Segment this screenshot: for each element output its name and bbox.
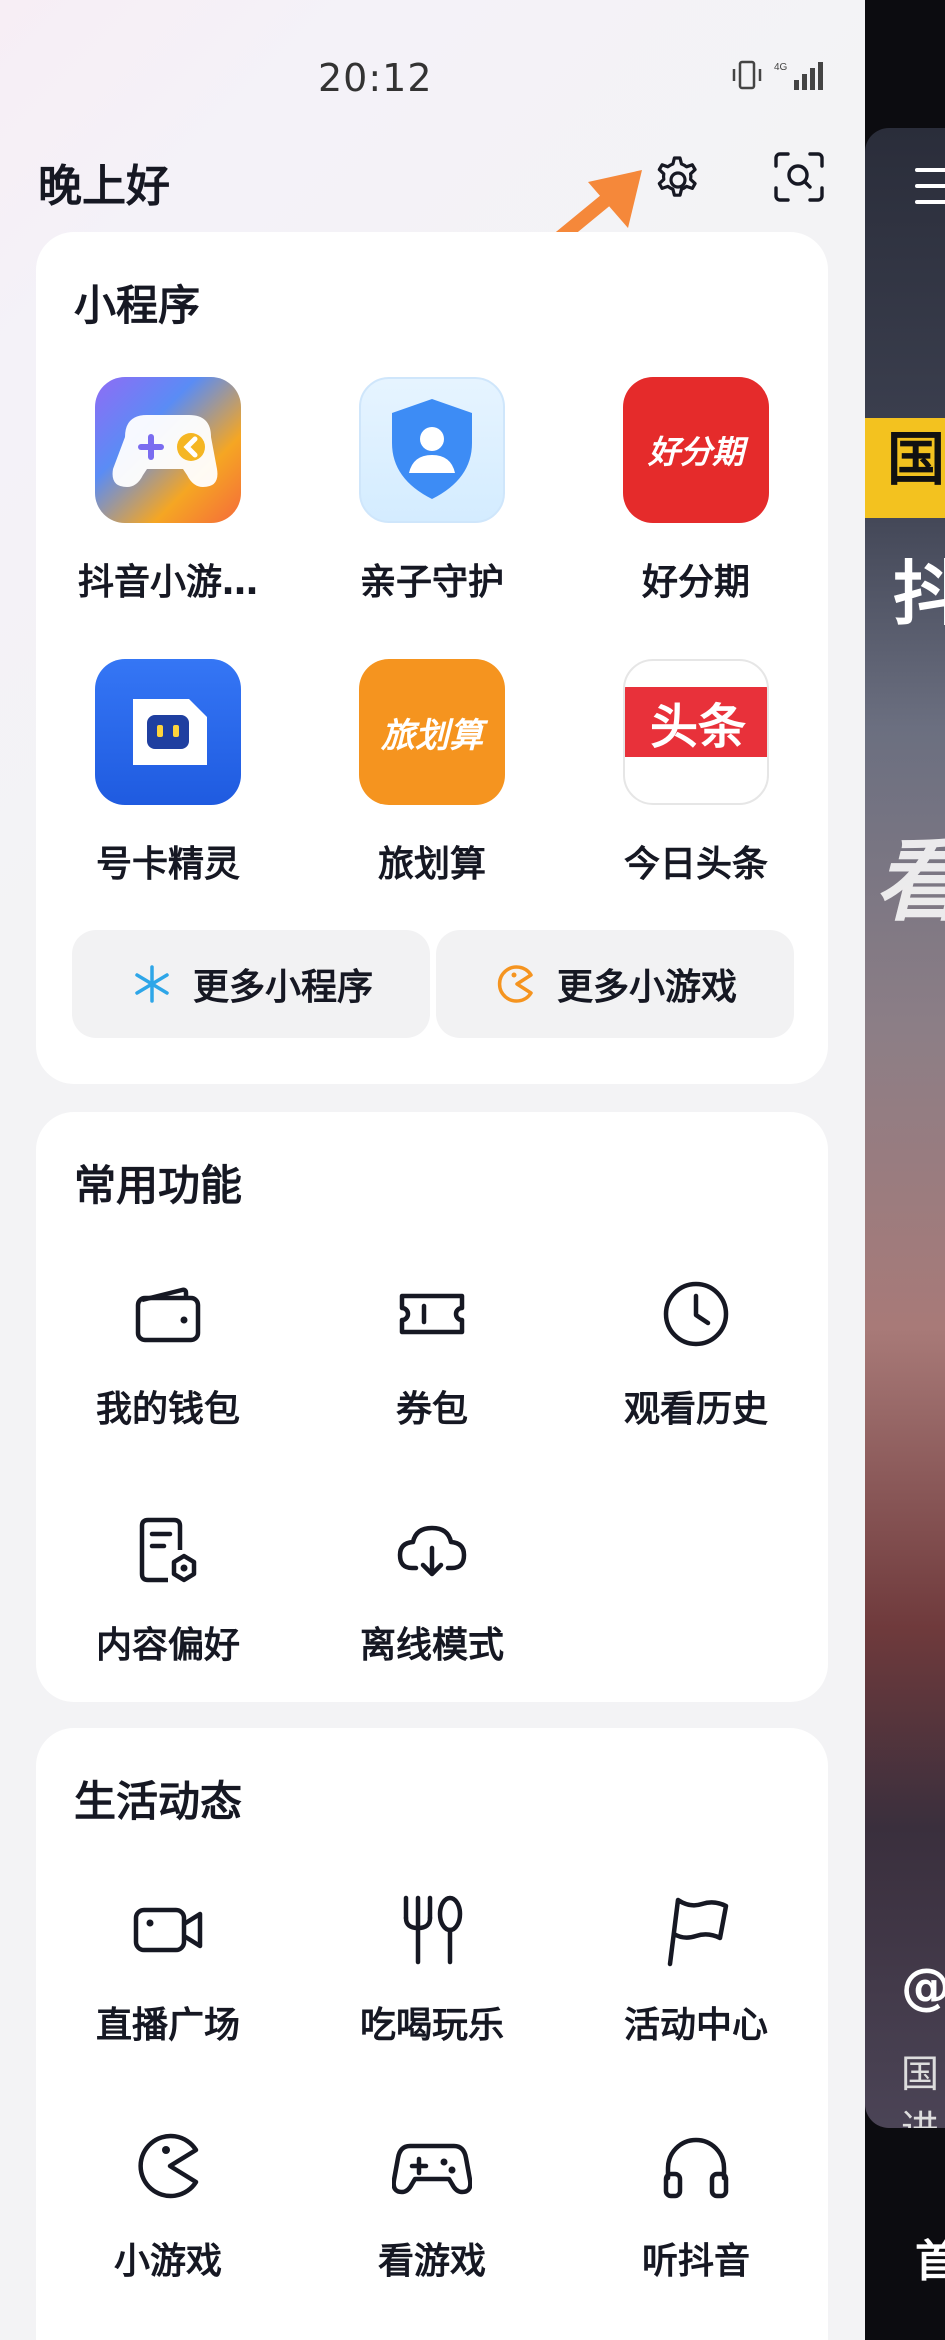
func-content-preference[interactable]: 内容偏好 — [36, 1488, 300, 1724]
func-label: 内容偏好 — [95, 1625, 240, 1666]
video-card: 国 抖 看 @ 国 进 ♪ — [865, 128, 945, 2128]
cloud-download-icon — [397, 1525, 467, 1577]
func-label: 看游戏 — [377, 2241, 486, 2282]
settings-gear-icon[interactable] — [650, 150, 706, 206]
status-icons: 4G — [730, 58, 834, 92]
toutiao-app-icon: 头条 — [623, 659, 769, 805]
headphones-icon — [663, 2137, 729, 2199]
more-buttons-row: 更多小程序 更多小游戏 — [72, 930, 794, 1038]
life-food-fun[interactable]: 吃喝玩乐 — [300, 1868, 564, 2104]
pacman-orange-icon — [497, 965, 533, 1003]
video-desc-line2: 进 — [901, 2098, 939, 2128]
fork-spoon-icon — [403, 1895, 463, 1965]
func-wallet[interactable]: 我的钱包 — [36, 1252, 300, 1488]
mini-programs-card: 小程序 抖音小游… 亲子守护 好分期 好分期 号卡精灵 旅划算 旅划算 头条 今… — [36, 232, 828, 1084]
wallet-icon — [135, 1287, 201, 1343]
life-watch-games[interactable]: 看游戏 — [300, 2104, 564, 2340]
func-coupons[interactable]: 券包 — [300, 1252, 564, 1488]
common-functions-grid: 我的钱包 券包 观看历史 内容偏好 离线模式 — [36, 1252, 828, 1724]
signal-icon: 4G — [774, 62, 823, 90]
mini-app-label: 抖音小游… — [77, 562, 258, 603]
life-activity-center[interactable]: 活动中心 — [564, 1868, 828, 2104]
life-live-square[interactable]: 直播广场 — [36, 1868, 300, 2104]
clock-icon — [663, 1281, 729, 1347]
mini-app-label: 亲子守护 — [359, 562, 504, 603]
more-mini-games-label: 更多小游戏 — [556, 967, 737, 1008]
more-mini-programs-label: 更多小程序 — [192, 967, 373, 1008]
parent-shield-app-icon — [359, 377, 505, 523]
life-activities-grid: 直播广场 吃喝玩乐 活动中心 小游戏 看游戏 听抖音 — [36, 1868, 828, 2340]
preference-doc-icon — [139, 1517, 197, 1583]
mini-app-douyin-game[interactable]: 抖音小游… — [36, 377, 300, 659]
func-label: 离线模式 — [359, 1625, 504, 1666]
func-label: 直播广场 — [95, 2005, 240, 2046]
mini-app-label: 好分期 — [641, 562, 750, 603]
life-listen-douyin[interactable]: 听抖音 — [564, 2104, 828, 2340]
bottom-nav-home-text[interactable]: 首 — [915, 2225, 945, 2289]
video-author-text: @ — [901, 1958, 945, 2016]
video-desc-line1: 国 — [901, 2052, 940, 2096]
mini-app-label: 今日头条 — [623, 844, 768, 885]
asterisk-icon — [135, 965, 169, 1003]
svg-text:4G: 4G — [774, 62, 788, 73]
toutiao-logo-text: 头条 — [649, 699, 746, 755]
mini-app-toutiao[interactable]: 头条 今日头条 — [564, 659, 828, 941]
video-banner-text: 国 — [865, 418, 945, 518]
func-history[interactable]: 观看历史 — [564, 1252, 828, 1488]
mini-app-sim-card[interactable]: 号卡精灵 — [36, 659, 300, 941]
status-bar: 20:12 4G — [0, 0, 865, 150]
lvhuasuan-logo-text: 旅划算 — [381, 715, 483, 756]
gamepad-icon — [392, 2143, 472, 2195]
lvhuasuan-app-icon: 旅划算 — [359, 659, 505, 805]
func-offline-mode[interactable]: 离线模式 — [300, 1488, 564, 1724]
haofenqi-app-icon: 好分期 — [623, 377, 769, 523]
ticket-icon — [399, 1293, 465, 1335]
menu-icon — [915, 168, 945, 216]
func-label: 券包 — [395, 1389, 468, 1430]
mini-programs-title: 小程序 — [74, 281, 201, 330]
vibrate-icon — [732, 60, 762, 90]
func-label: 观看历史 — [623, 1389, 768, 1430]
video-headline-text: 抖 — [893, 553, 945, 635]
mini-app-haofenqi[interactable]: 好分期 好分期 — [564, 377, 828, 659]
haofenqi-logo-text: 好分期 — [647, 433, 744, 471]
mini-programs-grid: 抖音小游… 亲子守护 好分期 好分期 号卡精灵 旅划算 旅划算 头条 今日头条 — [36, 377, 828, 941]
mini-app-label: 号卡精灵 — [95, 844, 240, 885]
mini-app-lvhuasuan[interactable]: 旅划算 旅划算 — [300, 659, 564, 941]
camera-icon — [133, 1907, 203, 1953]
video-overlay-text: 看 — [875, 808, 945, 938]
mini-app-parent-guard[interactable]: 亲子守护 — [300, 377, 564, 659]
mini-app-label: 旅划算 — [377, 844, 486, 885]
more-mini-games-button[interactable]: 更多小游戏 — [436, 930, 794, 1038]
common-functions-card: 常用功能 我的钱包 券包 观看历史 内容偏好 离线模式 — [36, 1112, 828, 1702]
side-drawer: 20:12 4G 晚上好 小程序 抖音小游… 亲子守护 好分期 好分期 号卡精灵… — [0, 0, 865, 2340]
life-mini-games[interactable]: 小游戏 — [36, 2104, 300, 2340]
scan-icon[interactable] — [770, 148, 828, 206]
greeting-title: 晚上好 — [38, 161, 170, 212]
background-video-peek[interactable]: 国 抖 看 @ 国 进 ♪ 首 — [865, 0, 945, 2340]
func-label: 小游戏 — [113, 2241, 222, 2282]
life-activities-card: 生活动态 直播广场 吃喝玩乐 活动中心 小游戏 看游戏 听抖音 — [36, 1728, 828, 2340]
status-time: 20:12 — [318, 56, 433, 100]
func-label: 我的钱包 — [95, 1389, 240, 1430]
sim-card-app-icon — [95, 659, 241, 805]
func-label: 活动中心 — [623, 2005, 768, 2046]
pacman-icon — [138, 2133, 199, 2199]
func-label: 吃喝玩乐 — [359, 2005, 504, 2046]
more-mini-programs-button[interactable]: 更多小程序 — [72, 930, 430, 1038]
flag-icon — [667, 1897, 729, 1967]
life-activities-title: 生活动态 — [74, 1777, 243, 1826]
game-controller-app-icon — [95, 377, 241, 523]
common-functions-title: 常用功能 — [74, 1161, 243, 1210]
func-label: 听抖音 — [641, 2241, 750, 2282]
